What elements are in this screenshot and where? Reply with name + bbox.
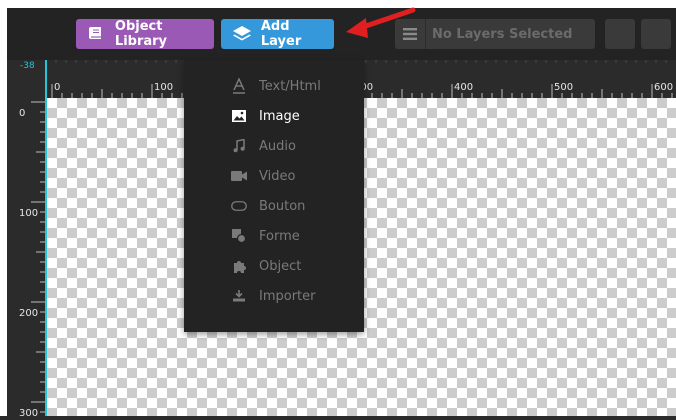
toolbar-button-2[interactable] xyxy=(641,19,671,49)
layers-icon xyxy=(231,23,253,45)
ruler-tick-label: 300 xyxy=(19,408,38,416)
ruler-tick-label: 400 xyxy=(454,82,473,93)
red-arrow-annotation xyxy=(346,7,416,38)
layer-select[interactable]: No Layers Selected xyxy=(395,19,595,49)
dropdown-item-forme[interactable]: Forme xyxy=(184,221,364,251)
dropdown-item-label: Video xyxy=(259,168,296,184)
dropdown-item-label: Object xyxy=(259,258,302,274)
dropdown-item-text-html[interactable]: Text/Html xyxy=(184,71,364,101)
ruler-corner: -38 xyxy=(7,60,46,99)
text-icon xyxy=(231,78,247,94)
book-icon xyxy=(86,23,107,45)
dropdown-item-label: Audio xyxy=(259,138,296,154)
layer-select-text: No Layers Selected xyxy=(432,26,573,42)
toolbar-button-1[interactable] xyxy=(605,19,635,49)
object-library-button[interactable]: Object Library xyxy=(76,19,214,49)
ruler-tick-label: 600 xyxy=(654,82,673,93)
ruler-tick-label: 100 xyxy=(154,82,173,93)
ruler-left[interactable]: 0 100 200 300 xyxy=(7,98,46,419)
object-library-label: Object Library xyxy=(114,19,168,49)
ruler-left-ticks: 0 100 200 300 xyxy=(19,101,45,419)
download-icon xyxy=(231,288,247,304)
ruler-tick-label: 0 xyxy=(19,108,25,119)
video-camera-icon xyxy=(231,168,247,184)
add-layer-dropdown: Text/Html Image Audio Video Bouton Forme… xyxy=(184,60,364,332)
dropdown-item-label: Image xyxy=(259,108,300,124)
dropdown-item-image[interactable]: Image xyxy=(184,101,364,131)
dropdown-item-label: Bouton xyxy=(259,198,306,214)
shape-icon xyxy=(231,228,247,244)
button-shape-icon xyxy=(231,198,247,214)
ruler-tick-label: 500 xyxy=(554,82,573,93)
dropdown-item-importer[interactable]: Importer xyxy=(184,281,364,311)
music-note-icon xyxy=(231,138,247,154)
add-layer-label: Add Layer xyxy=(260,19,302,49)
left-strip xyxy=(0,0,7,416)
dropdown-item-label: Text/Html xyxy=(259,78,321,94)
puzzle-icon xyxy=(231,258,247,274)
top-strip xyxy=(0,0,676,8)
dropdown-item-bouton[interactable]: Bouton xyxy=(184,191,364,221)
dropdown-item-audio[interactable]: Audio xyxy=(184,131,364,161)
dropdown-item-label: Importer xyxy=(259,288,316,304)
ruler-tick-label: 0 xyxy=(54,82,60,93)
ruler-tick-label: 100 xyxy=(19,208,38,219)
image-icon xyxy=(231,108,247,124)
add-layer-button[interactable]: Add Layer xyxy=(221,19,334,49)
ruler-tick-label: 200 xyxy=(19,308,38,319)
dropdown-item-video[interactable]: Video xyxy=(184,161,364,191)
dropdown-item-object[interactable]: Object xyxy=(184,251,364,281)
dropdown-item-label: Forme xyxy=(259,228,300,244)
ruler-corner-value: -38 xyxy=(20,61,35,71)
